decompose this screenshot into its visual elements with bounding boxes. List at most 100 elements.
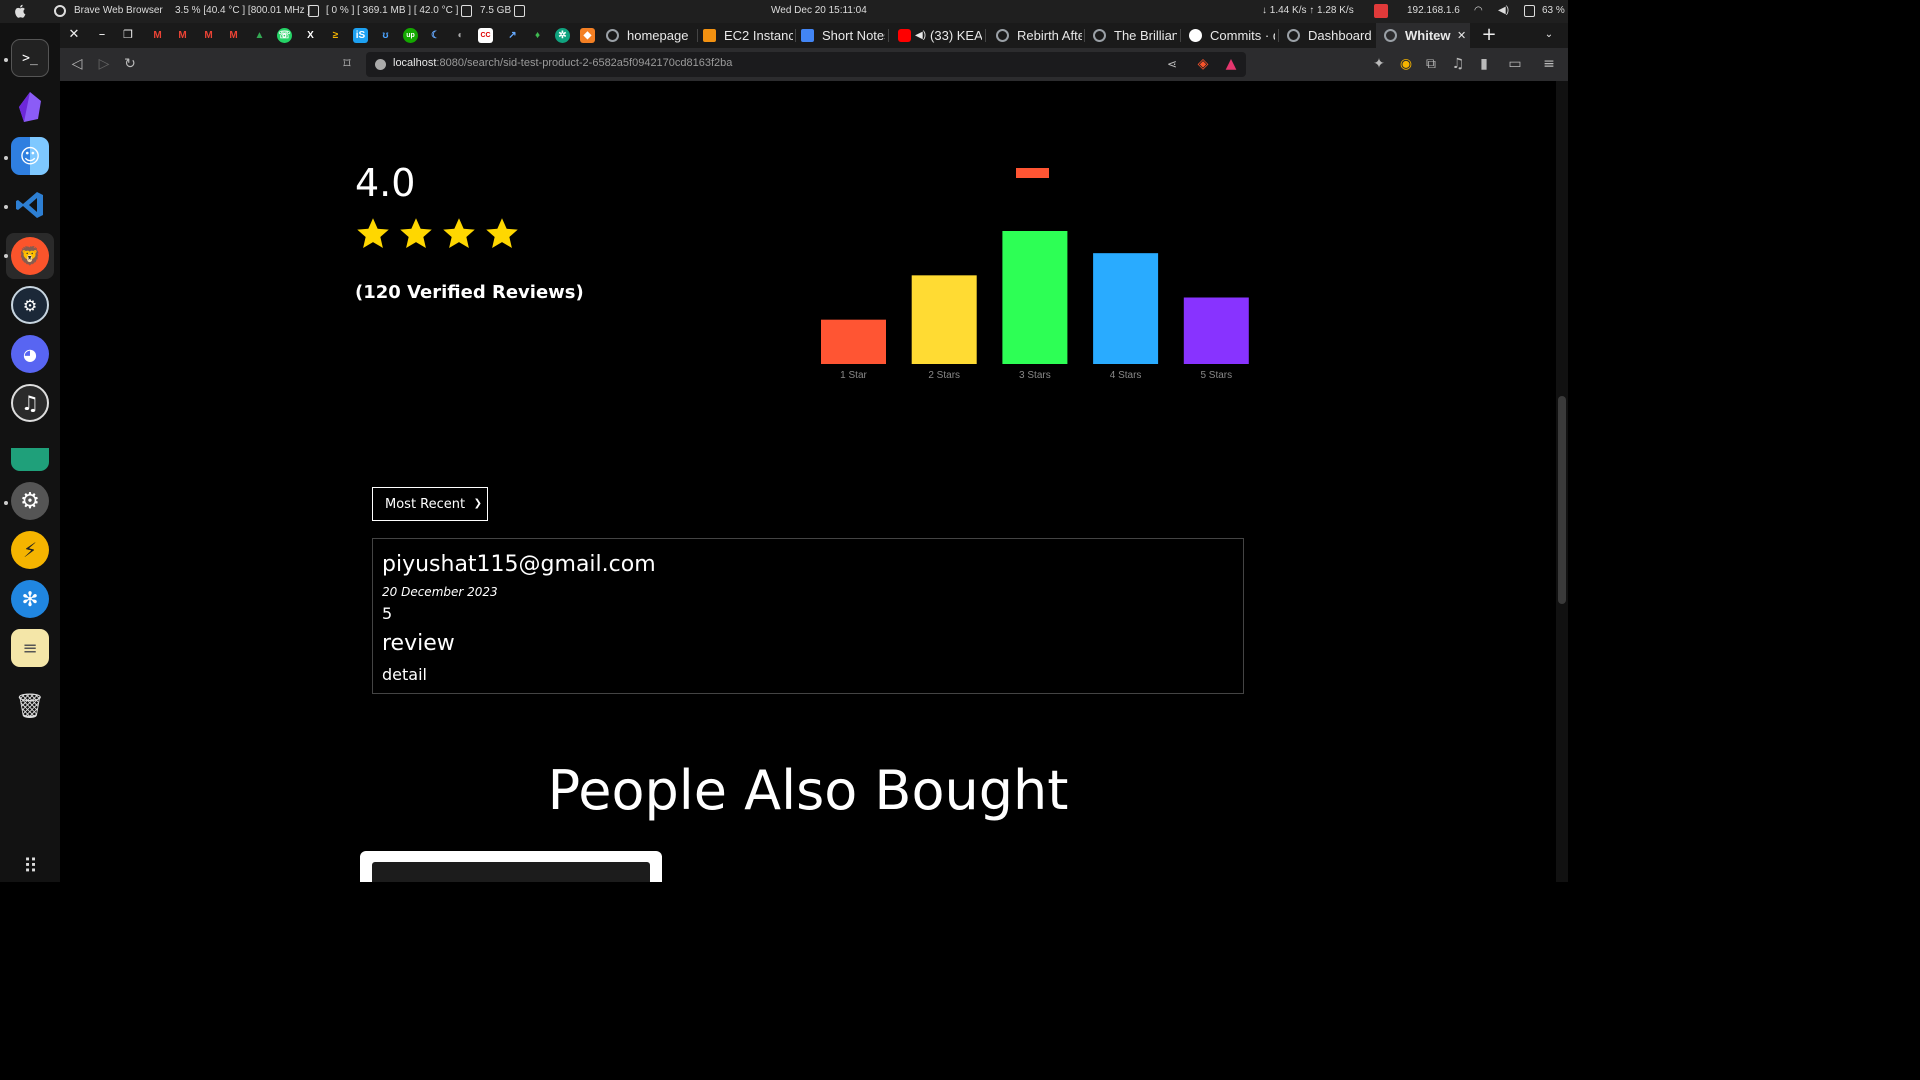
average-rating: 4.0 [355,161,416,205]
star-icon [357,218,389,248]
finder-icon[interactable]: ☺ [11,137,49,175]
wifi-icon[interactable]: ◠ [1474,5,1483,16]
app-grid-icon[interactable]: ⠿ [11,847,49,885]
url-host: localhost [393,57,437,69]
tab-separator [795,29,796,42]
pinned-tab-app-icon[interactable]: ◆ [580,28,595,43]
tab-label: EC2 Instance [724,28,793,43]
restore-window-icon[interactable]: ❐ [119,26,137,44]
pinned-tab-upwork-icon[interactable]: up [403,28,418,43]
tab-ec2-instance[interactable]: EC2 Instance [703,23,793,48]
tab-short-notes[interactable]: Short Notes [801,23,885,48]
tab-whitewolf-active[interactable]: Whitewo ✕ [1376,23,1470,48]
product-card[interactable] [360,851,662,882]
url-text[interactable]: localhost:8080/search/sid-test-product-2… [393,57,732,69]
brave-rewards-icon[interactable]: ▲ [1223,56,1239,72]
tab-commits[interactable]: Commits · d [1189,23,1275,48]
pinned-tab-app-icon[interactable]: ≥ [328,28,343,43]
address-bar[interactable]: localhost:8080/search/sid-test-product-2… [366,52,1246,77]
pinned-tab-app-icon[interactable]: ♦ [530,28,545,43]
system-monitor-icon[interactable] [11,433,49,471]
pinned-tab-gmail-icon[interactable]: M [201,28,216,43]
minimize-window-icon[interactable]: – [93,26,111,44]
pinned-tab-app-icon[interactable]: CC [478,28,493,43]
pinned-tab-chatgpt-icon[interactable]: ✲ [555,28,570,43]
terminal-icon[interactable]: >_ [11,39,49,77]
brave-icon[interactable]: 🦁 [11,237,49,275]
reload-button[interactable]: ↻ [122,56,138,72]
pinned-tab-app-icon[interactable]: ◐ [453,28,468,43]
battery-icon[interactable] [1524,5,1535,17]
globe-icon [1287,29,1300,42]
sidebar-icon[interactable]: ▮ [1476,56,1492,72]
tab-list-chevron-down-icon[interactable]: ⌄ [1540,26,1558,44]
pinned-tab-x-icon[interactable]: X [303,28,318,43]
chart-category-label: 4 Stars [1110,370,1142,381]
thunder-icon[interactable]: ⚡ [11,531,49,569]
review-detail: detail [382,665,427,684]
gpu-stats: [ 0 % ] [ 369.1 MB ] [ 42.0 °C ] [326,5,459,16]
extension-icon[interactable]: ✦ [1371,56,1387,72]
docs-icon [801,29,814,42]
settings-icon[interactable]: ⚙ [11,482,49,520]
notes-icon[interactable]: ≡ [11,629,49,667]
obsidian-icon[interactable] [11,88,49,126]
memory-icon [461,5,472,17]
tab-label: Whitewo [1405,28,1451,43]
tab-youtube[interactable]: ◀) (33) KEAN [898,23,982,48]
tab-label: Rebirth After [1017,28,1082,43]
pinned-tab-whatsapp-icon[interactable]: ☏ [277,28,292,43]
globe-icon [996,29,1009,42]
pinned-tab-gmail-icon[interactable]: M [175,28,190,43]
vpn-icon[interactable] [1374,4,1388,18]
pinned-tab-app-icon[interactable]: ʊ [378,28,393,43]
chart-bar [911,275,977,364]
share-icon[interactable]: ⋖ [1164,56,1180,72]
browser-toolbar: ◁ ▷ ↻ ⌑ localhost:8080/search/sid-test-p… [60,48,1568,81]
extension-icon[interactable]: ◉ [1398,56,1414,72]
tab-rebirth-after[interactable]: Rebirth After [996,23,1082,48]
legend-swatch [1016,168,1049,178]
pinned-tab-gmail-icon[interactable]: M [150,28,165,43]
tab-label: (33) KEAN [930,28,982,43]
url-path: :8080/search/sid-test-product-2-6582a5f0… [436,57,733,69]
product-image [372,862,650,882]
tab-separator [985,29,986,42]
pinned-tab-app-icon[interactable]: ☾ [428,28,443,43]
pinned-tab-drive-icon[interactable]: ▲ [252,28,267,43]
apple-icon[interactable] [14,4,26,18]
media-icon[interactable]: ♫ [1450,56,1466,72]
discord-icon[interactable]: ◕ [11,335,49,373]
tab-dashboard[interactable]: Dashboard [1287,23,1379,48]
menu-icon[interactable]: ≡ [1541,56,1557,72]
extensions-puzzle-icon[interactable]: ⧉ [1423,56,1439,72]
star-icon [400,218,432,248]
chart-category-label: 2 Stars [928,370,960,381]
close-tab-icon[interactable]: ✕ [1457,29,1466,42]
clock[interactable]: Wed Dec 20 15:11:04 [771,5,867,16]
bookmark-icon[interactable]: ⌑ [339,56,355,72]
pinned-tab-app-icon[interactable]: iS [353,28,368,43]
volume-icon[interactable]: ◀) [1498,5,1509,16]
pinned-tab-app-icon[interactable]: ↗ [505,28,520,43]
pinned-tab-gmail-icon[interactable]: M [226,28,241,43]
forward-button[interactable]: ▷ [96,56,112,72]
back-button[interactable]: ◁ [69,56,85,72]
gear-icon[interactable]: ✻ [11,580,49,618]
close-window-icon[interactable]: ✕ [65,26,83,44]
trash-icon[interactable]: 🗑 [11,687,49,725]
new-tab-button[interactable]: + [1480,26,1498,44]
running-indicator [4,254,8,258]
review-card: piyushat115@gmail.com 20 December 2023 5… [372,538,1244,694]
steam-icon[interactable]: ⚙ [11,286,49,324]
sort-reviews-select[interactable]: Most Recent ❯ [372,487,488,521]
brave-shields-icon[interactable]: ◈ [1195,56,1211,72]
music-icon[interactable]: ♫ [11,384,49,422]
tab-homepage[interactable]: homepage [606,23,698,48]
vscode-icon[interactable] [11,186,49,224]
page-scrollbar-thumb[interactable] [1558,396,1566,604]
wallet-icon[interactable]: ▭ [1507,56,1523,72]
tab-the-brilliant[interactable]: The Brilliant [1093,23,1177,48]
site-info-icon[interactable] [375,59,386,70]
audio-playing-icon[interactable]: ◀) [915,30,926,41]
